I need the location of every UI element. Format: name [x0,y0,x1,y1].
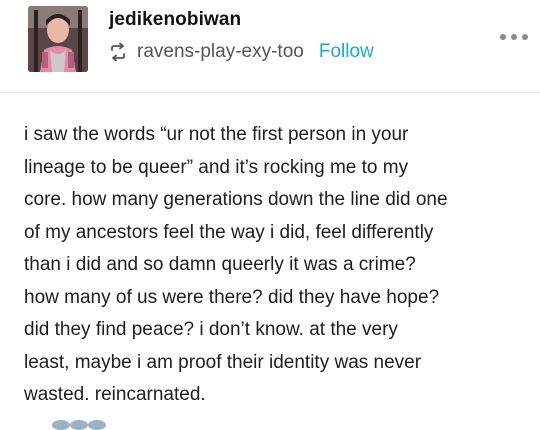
footer-avatar [88,420,106,430]
footer-avatar [52,420,70,430]
post-body: i saw the words “ur not the first person… [24,119,524,412]
post-text-line: core. how many generations down the line… [24,189,448,210]
post-text-line: wasted. reincarnated. [24,384,206,405]
footer-avatar [70,420,88,430]
post-header: jedikenobiwan ravens-play-exy-too Follow [0,0,540,90]
post-text-line: how many of us were there? did they have… [24,286,440,308]
reblog-row: ravens-play-exy-too Follow [108,40,374,64]
post-text-line: lineage to be queer” and it’s rocking me… [24,156,409,178]
tumblr-post: jedikenobiwan ravens-play-exy-too Follow… [0,0,540,430]
post-text-line: did they find peace? i don’t know. at th… [24,319,398,340]
post-text-line: i saw the words “ur not the first person… [24,124,409,145]
avatar[interactable] [28,6,88,72]
more-options-button[interactable] [500,31,528,43]
more-dots-icon [511,34,517,40]
post-text-line: least, maybe i am proof their identity w… [24,351,422,373]
footer-strip [0,420,540,430]
header-divider [0,92,540,93]
avatar-image [28,6,88,72]
reblog-icon [108,42,128,62]
post-text-line: of my ancestors feel the way i did, feel… [24,221,434,243]
reblog-source-link[interactable]: ravens-play-exy-too [137,41,304,63]
post-text-line: than i did and so damn queerly it was a … [24,254,416,275]
follow-button[interactable]: Follow [319,41,374,63]
more-dots-icon [522,34,528,40]
more-dots-icon [500,34,506,40]
username[interactable]: jedikenobiwan [109,9,241,31]
